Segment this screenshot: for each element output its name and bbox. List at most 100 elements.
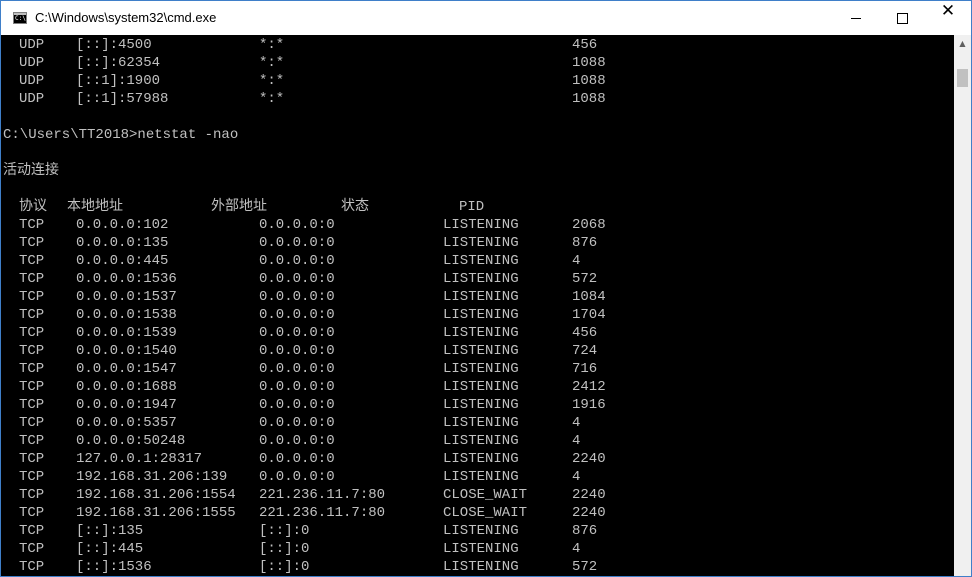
scroll-up-arrow-icon[interactable]: ▲ <box>954 35 971 52</box>
foreign-address-cell: 0.0.0.0:0 <box>259 235 335 251</box>
cmd-window: C:\Windows\system32\cmd.exe ✕ UDP [::]:45… <box>0 0 972 577</box>
pid-cell: 4 <box>572 253 581 269</box>
foreign-address-cell: 0.0.0.0:0 <box>259 307 335 323</box>
local-address-cell: [::1]:1900 <box>76 73 161 89</box>
connection-row: TCP 0.0.0.0:1688 0.0.0.0:0 LISTENING 2412 <box>1 378 954 396</box>
section-heading: 活动连接 <box>1 162 954 180</box>
maximize-button[interactable] <box>879 1 925 35</box>
pid-cell: 2240 <box>572 451 606 467</box>
pid-cell: 4 <box>572 433 581 449</box>
cmd-app-icon[interactable] <box>13 12 27 24</box>
state-cell: LISTENING <box>443 343 519 359</box>
proto-cell: TCP <box>19 505 45 521</box>
state-cell: CLOSE_WAIT <box>443 487 528 503</box>
close-button[interactable]: ✕ <box>925 1 971 35</box>
pid-cell: 572 <box>572 271 598 287</box>
header-state: 状态 <box>341 199 369 215</box>
local-address-cell: [::]:4500 <box>76 37 152 53</box>
connection-row: TCP [::]:445 [::]:0 LISTENING 4 <box>1 540 954 558</box>
pid-cell: 2068 <box>572 217 606 233</box>
foreign-address-cell: 0.0.0.0:0 <box>259 217 335 233</box>
udp-row: UDP [::]:4500 *:* 456 <box>1 36 954 54</box>
proto-cell: TCP <box>19 559 45 575</box>
connection-row: TCP 0.0.0.0:1539 0.0.0.0:0 LISTENING 456 <box>1 324 954 342</box>
minimize-button[interactable] <box>833 1 879 35</box>
connection-row: TCP 192.168.31.206:139 0.0.0.0:0 LISTENING 4 <box>1 468 954 486</box>
state-cell: LISTENING <box>443 379 519 395</box>
foreign-address-cell: 0.0.0.0:0 <box>259 361 335 377</box>
vertical-scrollbar[interactable]: ▲ <box>954 35 971 576</box>
state-cell: LISTENING <box>443 559 519 575</box>
pid-cell: 1084 <box>572 289 606 305</box>
local-address-cell: [::]:1536 <box>76 559 152 575</box>
connection-row: TCP 127.0.0.1:28317 0.0.0.0:0 LISTENING 2240 <box>1 450 954 468</box>
local-address-cell: 0.0.0.0:1947 <box>76 397 177 413</box>
foreign-address-cell: 0.0.0.0:0 <box>259 325 335 341</box>
foreign-address-cell: 0.0.0.0:0 <box>259 289 335 305</box>
foreign-address-cell: 221.236.11.7:80 <box>259 487 386 503</box>
local-address-cell: 0.0.0.0:1540 <box>76 343 177 359</box>
proto-cell: UDP <box>19 73 45 89</box>
minimize-icon <box>851 18 861 19</box>
proto-cell: TCP <box>19 451 45 467</box>
state-cell: LISTENING <box>443 253 519 269</box>
console-output[interactable]: UDP [::]:4500 *:* 456 UDP [::]:62354 *:* 1088 UD… <box>1 35 954 576</box>
prompt-text: C:\Users\TT2018>netstat -nao <box>3 127 239 143</box>
local-address-cell: [::]:445 <box>76 541 144 557</box>
foreign-address-cell: 221.236.11.7:80 <box>259 505 386 521</box>
local-address-cell: 0.0.0.0:1538 <box>76 307 177 323</box>
pid-cell: 1916 <box>572 397 606 413</box>
local-address-cell: 0.0.0.0:1537 <box>76 289 177 305</box>
connection-row: TCP 0.0.0.0:5357 0.0.0.0:0 LISTENING 4 <box>1 414 954 432</box>
proto-cell: TCP <box>19 217 45 233</box>
state-cell: LISTENING <box>443 433 519 449</box>
foreign-address-cell: *:* <box>259 55 285 71</box>
state-cell: LISTENING <box>443 541 519 557</box>
connection-row: TCP [::]:1536 [::]:0 LISTENING 572 <box>1 558 954 576</box>
maximize-icon <box>897 13 908 24</box>
proto-cell: TCP <box>19 415 45 431</box>
foreign-address-cell: *:* <box>259 73 285 89</box>
proto-cell: TCP <box>19 235 45 251</box>
pid-cell: 4 <box>572 541 581 557</box>
foreign-address-cell: 0.0.0.0:0 <box>259 271 335 287</box>
header-pid: PID <box>459 199 485 215</box>
state-cell: LISTENING <box>443 325 519 341</box>
pid-cell: 456 <box>572 325 598 341</box>
foreign-address-cell: 0.0.0.0:0 <box>259 451 335 467</box>
state-cell: CLOSE_WAIT <box>443 505 528 521</box>
state-cell: LISTENING <box>443 235 519 251</box>
foreign-address-cell: *:* <box>259 91 285 107</box>
pid-cell: 2240 <box>572 505 606 521</box>
connection-row: TCP 192.168.31.206:1554 221.236.11.7:80 CLO… <box>1 486 954 504</box>
foreign-address-cell: 0.0.0.0:0 <box>259 433 335 449</box>
connection-row: TCP 0.0.0.0:1540 0.0.0.0:0 LISTENING 724 <box>1 342 954 360</box>
title-bar[interactable]: C:\Windows\system32\cmd.exe ✕ <box>1 1 971 35</box>
pid-cell: 1088 <box>572 73 606 89</box>
local-address-cell: 192.168.31.206:139 <box>76 469 228 485</box>
active-connections-heading: 活动连接 <box>3 163 59 179</box>
foreign-address-cell: [::]:0 <box>259 541 310 557</box>
udp-row: UDP [::1]:1900 *:* 1088 <box>1 72 954 90</box>
local-address-cell: 0.0.0.0:102 <box>76 217 169 233</box>
pid-cell: 2412 <box>572 379 606 395</box>
connection-row: TCP 0.0.0.0:102 0.0.0.0:0 LISTENING 2068 <box>1 216 954 234</box>
scroll-thumb[interactable] <box>957 69 968 87</box>
local-address-cell: 0.0.0.0:135 <box>76 235 169 251</box>
pid-cell: 572 <box>572 559 598 575</box>
local-address-cell: 0.0.0.0:5357 <box>76 415 177 431</box>
state-cell: LISTENING <box>443 469 519 485</box>
proto-cell: TCP <box>19 469 45 485</box>
connection-row: TCP 0.0.0.0:1538 0.0.0.0:0 LISTENING 1704 <box>1 306 954 324</box>
pid-cell: 1704 <box>572 307 606 323</box>
proto-cell: TCP <box>19 289 45 305</box>
connection-row: TCP 0.0.0.0:1536 0.0.0.0:0 LISTENING 572 <box>1 270 954 288</box>
connection-row: TCP 192.168.31.206:1555 221.236.11.7:80 CLO… <box>1 504 954 522</box>
proto-cell: TCP <box>19 523 45 539</box>
proto-cell: TCP <box>19 361 45 377</box>
pid-cell: 716 <box>572 361 598 377</box>
local-address-cell: [::]:135 <box>76 523 144 539</box>
connection-row: TCP 0.0.0.0:1547 0.0.0.0:0 LISTENING 716 <box>1 360 954 378</box>
state-cell: LISTENING <box>443 523 519 539</box>
header-foreign-address: 外部地址 <box>211 199 267 215</box>
